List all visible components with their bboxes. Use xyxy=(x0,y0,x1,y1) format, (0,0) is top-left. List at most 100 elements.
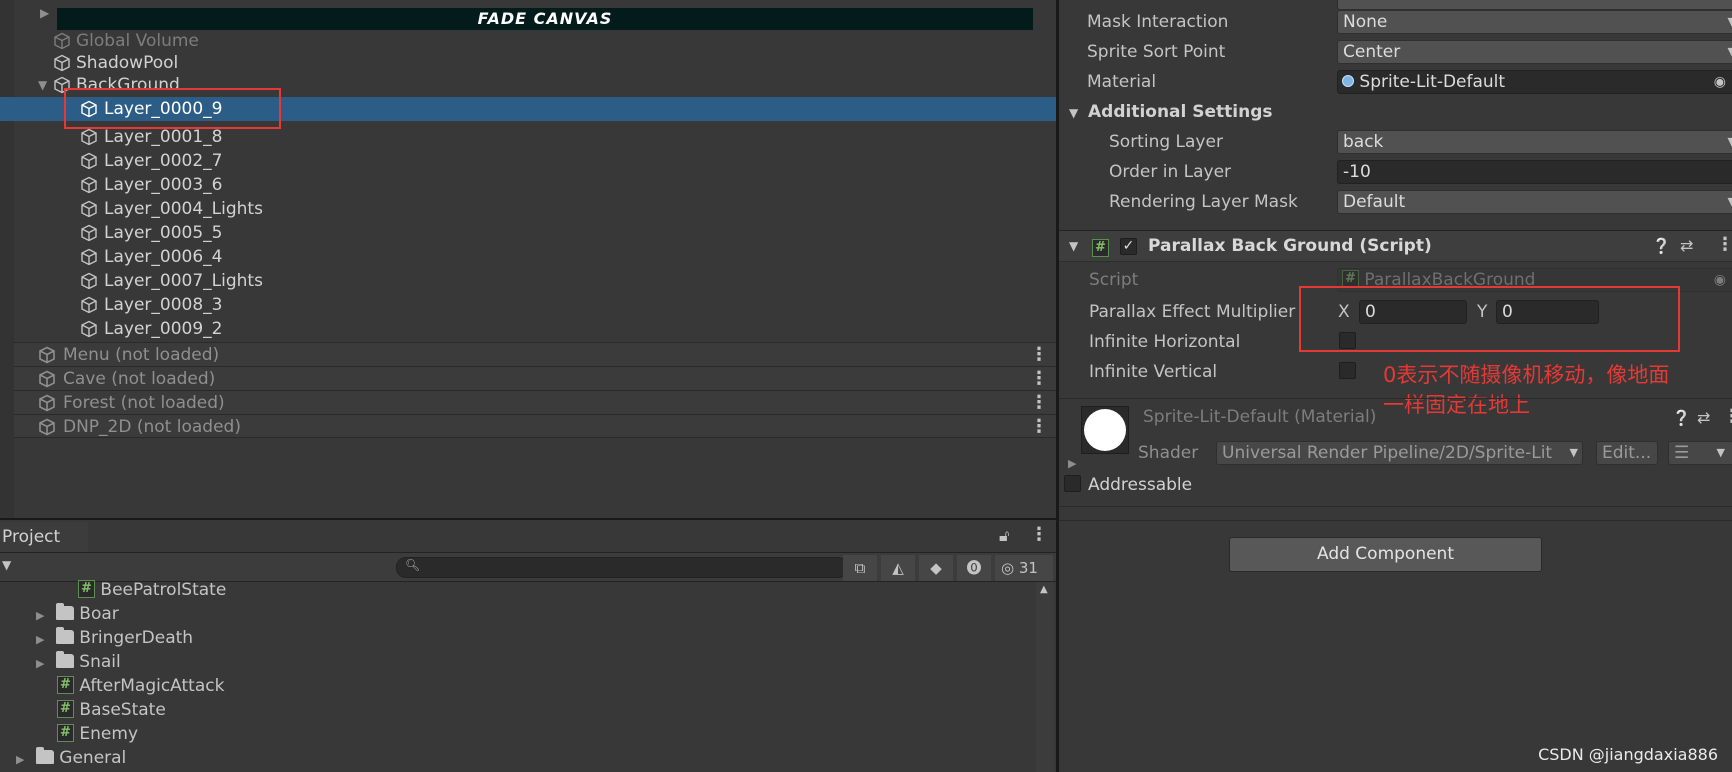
project-item-enemy[interactable]: # Enemy xyxy=(57,722,138,746)
add-component-button[interactable]: Add Component xyxy=(1229,537,1542,572)
project-item-label: General xyxy=(59,748,127,768)
hierarchy-item-layer[interactable]: Layer_0008_3 xyxy=(14,293,1056,317)
more-menu-icon[interactable]: ⋮ xyxy=(1716,234,1732,255)
more-menu-icon[interactable]: ⋮ xyxy=(1030,367,1048,391)
scene-label: Forest (not loaded) xyxy=(63,393,225,413)
hierarchy-item-layer[interactable]: Layer_0005_5 xyxy=(14,221,1056,245)
hidden-count: 31 xyxy=(1018,559,1038,577)
hierarchy-item-background[interactable]: ▼ BackGround xyxy=(14,73,1056,97)
multiplier-x-input[interactable]: 0 xyxy=(1359,300,1467,324)
filter-by-label-icon[interactable]: ◆ xyxy=(919,555,953,581)
sprite-sort-point-dropdown[interactable]: Center ▼ xyxy=(1337,40,1732,64)
scene-row-dnp-2d[interactable]: DNP_2D (not loaded) ⋮ xyxy=(14,414,1056,438)
search-input[interactable]: 🔍︎ xyxy=(396,557,848,578)
chevron-down-icon[interactable]: ▼ xyxy=(1069,106,1078,120)
multiplier-y-input[interactable]: 0 xyxy=(1496,300,1599,324)
rendering-layer-mask-dropdown[interactable]: Default ▼ xyxy=(1337,190,1732,214)
gameobject-cube-icon xyxy=(81,248,97,266)
project-item-basestate[interactable]: # BaseState xyxy=(57,698,166,722)
presets-icon[interactable]: ⇄ xyxy=(1680,236,1693,255)
shader-options-button[interactable]: ☰ ▼ xyxy=(1668,441,1732,465)
expand-arrow-icon[interactable]: ▶ xyxy=(36,633,44,646)
sorting-layer-dropdown[interactable]: back ▼ xyxy=(1337,130,1732,154)
order-in-layer-label: Order in Layer xyxy=(1109,162,1232,182)
hierarchy-item-shadowpool[interactable]: ShadowPool xyxy=(14,51,1056,75)
parallax-component-header[interactable]: ▼ # ✓ Parallax Back Ground (Script) ❔ ⇄ … xyxy=(1059,230,1732,262)
expand-arrow-icon[interactable]: ▶ xyxy=(1068,457,1076,470)
hierarchy-item-label: Layer_0003_6 xyxy=(104,175,223,195)
dropdown-value: Universal Render Pipeline/2D/Sprite-Lit xyxy=(1222,443,1553,463)
gameobject-cube-icon xyxy=(81,152,97,170)
infinite-vertical-checkbox[interactable] xyxy=(1339,362,1356,379)
more-menu-icon[interactable]: ⋮ xyxy=(1030,524,1048,545)
hierarchy-item-layer[interactable]: Layer_0004_Lights xyxy=(14,197,1056,221)
hierarchy-item-layer[interactable]: Layer_0002_7 xyxy=(14,149,1056,173)
hierarchy-item-label: Layer_0002_7 xyxy=(104,151,223,171)
lock-icon[interactable]: 🔓︎ xyxy=(999,526,1009,546)
project-scrollbar[interactable]: ▲ xyxy=(1036,582,1054,772)
more-menu-icon[interactable]: ⋮ xyxy=(1723,406,1732,427)
project-item-aftermagicattack[interactable]: # AfterMagicAttack xyxy=(57,674,224,698)
scene-row-forest[interactable]: Forest (not loaded) ⋮ xyxy=(14,390,1056,414)
y-label[interactable]: Y xyxy=(1477,302,1487,322)
help-icon[interactable]: ❔ xyxy=(1672,409,1691,427)
mask-interaction-dropdown[interactable]: None ▼ xyxy=(1337,10,1732,34)
scroll-up-icon[interactable]: ▲ xyxy=(1040,584,1048,595)
hierarchy-item-global-volume[interactable]: Global Volume xyxy=(14,29,1056,53)
scene-row-cave[interactable]: Cave (not loaded) ⋮ xyxy=(14,366,1056,390)
project-item-snail[interactable]: ▶ Snail xyxy=(36,650,121,674)
script-hash-icon: # xyxy=(57,723,74,742)
project-item-bringerdeath[interactable]: ▶ BringerDeath xyxy=(36,626,193,650)
tab-project[interactable]: Project xyxy=(0,522,88,552)
expand-arrow-icon[interactable]: ▶ xyxy=(16,753,24,766)
divider xyxy=(1059,506,1732,507)
expand-arrow-icon[interactable]: ▶ xyxy=(36,657,44,670)
material-field[interactable]: Sprite-Lit-Default ◉ xyxy=(1337,70,1732,94)
filter-by-type-icon[interactable]: ◭ xyxy=(881,555,915,581)
fade-canvas-header[interactable]: FADE CANVAS xyxy=(57,8,1033,30)
more-menu-icon[interactable]: ⋮ xyxy=(1030,391,1048,415)
hierarchy-item-layer[interactable]: Layer_0006_4 xyxy=(14,245,1056,269)
component-enabled-checkbox[interactable]: ✓ xyxy=(1120,238,1137,255)
help-icon[interactable]: ❔ xyxy=(1652,237,1671,255)
expand-arrow-icon[interactable]: ▶ xyxy=(36,609,44,622)
expand-arrow-icon[interactable]: ▶ xyxy=(40,6,49,20)
cut-off-dropdown[interactable] xyxy=(1337,0,1732,10)
project-item-beepatrolstate[interactable]: # BeePatrolState xyxy=(78,578,226,602)
create-dropdown-icon[interactable]: ▼ xyxy=(2,558,11,572)
hierarchy-item-layer[interactable]: Layer_0001_8 xyxy=(14,125,1056,149)
shader-dropdown[interactable]: Universal Render Pipeline/2D/Sprite-Lit … xyxy=(1216,441,1583,465)
material-preview xyxy=(1081,406,1129,454)
scene-row-menu[interactable]: Menu (not loaded) ⋮ xyxy=(14,342,1056,366)
object-picker-icon[interactable]: ◉ xyxy=(1714,71,1726,93)
hierarchy-item-layer-0000-9[interactable]: Layer_0000_9 xyxy=(0,97,1056,121)
sorting-layer-label: Sorting Layer xyxy=(1109,132,1223,152)
project-item-general[interactable]: ▶ General xyxy=(16,746,126,770)
presets-icon[interactable]: ⇄ xyxy=(1697,408,1710,427)
hidden-packages-toggle[interactable]: ◎ 31 xyxy=(995,555,1053,581)
chevron-down-icon[interactable]: ▼ xyxy=(38,73,52,97)
additional-settings-header[interactable]: Additional Settings xyxy=(1088,102,1273,122)
scene-icon xyxy=(39,370,55,388)
addressable-checkbox[interactable] xyxy=(1064,475,1081,492)
more-menu-icon[interactable]: ⋮ xyxy=(1030,343,1048,367)
hierarchy-item-layer[interactable]: Layer_0009_2 xyxy=(14,317,1056,341)
infinite-horizontal-checkbox[interactable] xyxy=(1339,332,1356,349)
more-menu-icon[interactable]: ⋮ xyxy=(1030,415,1048,439)
folder-icon xyxy=(55,650,74,668)
alert-icon[interactable]: ⓿ xyxy=(957,555,991,581)
project-item-boar[interactable]: ▶ Boar xyxy=(36,602,119,626)
edit-shader-button[interactable]: Edit... xyxy=(1596,441,1658,465)
gameobject-cube-icon xyxy=(54,54,70,72)
rendering-layer-mask-label: Rendering Layer Mask xyxy=(1109,192,1298,212)
scene-icon xyxy=(39,394,55,412)
open-window-icon[interactable]: ⧉ xyxy=(843,555,877,581)
order-in-layer-input[interactable]: -10 xyxy=(1337,160,1732,184)
infinite-horizontal-label: Infinite Horizontal xyxy=(1089,332,1241,352)
hierarchy-item-layer[interactable]: Layer_0003_6 xyxy=(14,173,1056,197)
dropdown-value: back xyxy=(1343,132,1384,152)
hierarchy-item-layer[interactable]: Layer_0007_Lights xyxy=(14,269,1056,293)
x-label[interactable]: X xyxy=(1338,302,1350,322)
chevron-down-icon[interactable]: ▼ xyxy=(1069,239,1078,253)
material-title: Sprite-Lit-Default (Material) xyxy=(1143,407,1377,427)
